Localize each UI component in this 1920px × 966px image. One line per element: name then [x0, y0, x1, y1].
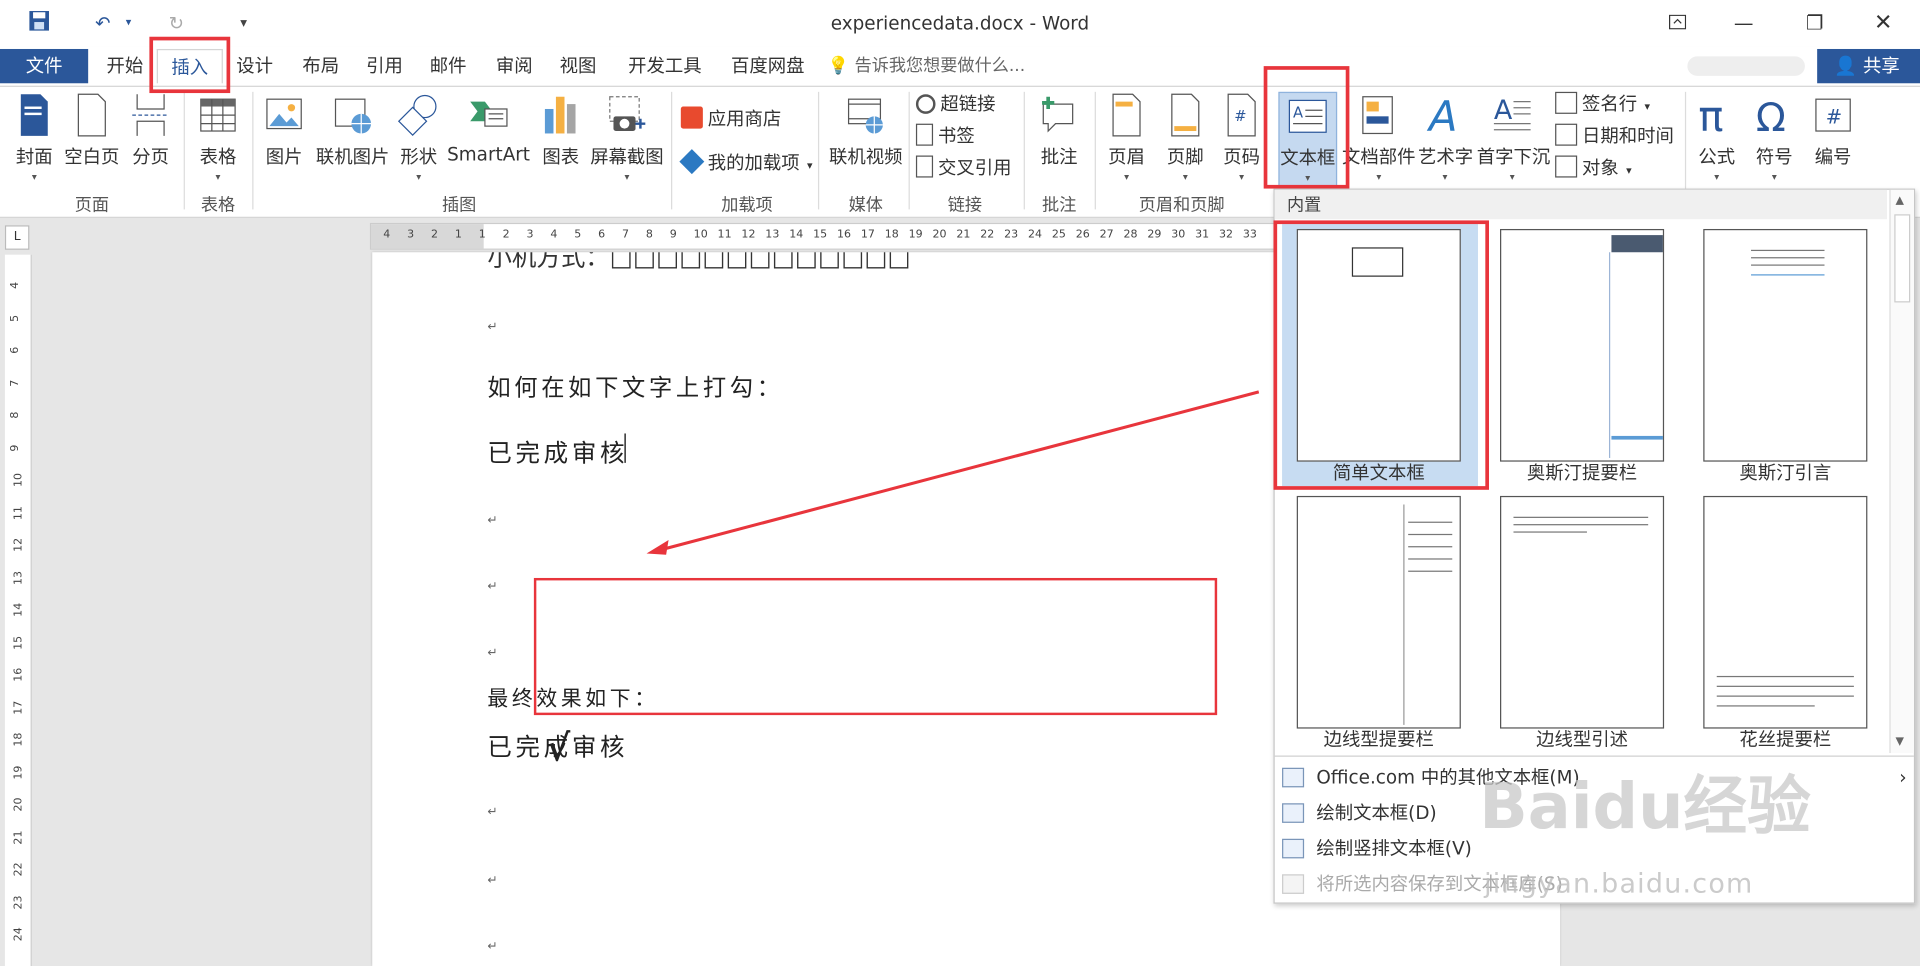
- watermark-logo: Baidu经验: [1479, 770, 1811, 844]
- word-window: ↶ ▾ ↻ ▾ experiencedata.docx - Word — ❐ ✕…: [0, 0, 1920, 966]
- watermark-url: jingyan.baidu.com: [1484, 869, 1754, 901]
